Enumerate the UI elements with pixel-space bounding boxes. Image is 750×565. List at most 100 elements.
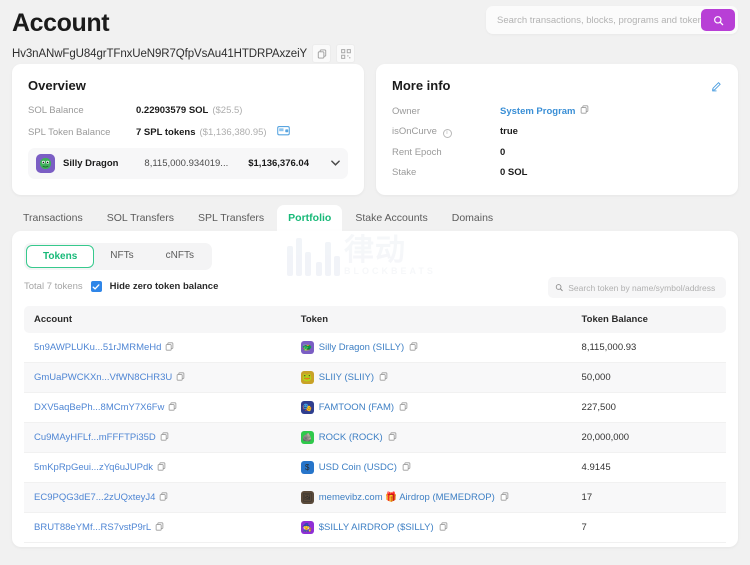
table-row: DXV5aqBePh...8MCmY7X6Fw 🎭FAMTOON (FAM)227… xyxy=(24,393,726,423)
cell-token-balance: 50,000 xyxy=(572,363,726,393)
segment-tokens[interactable]: Tokens xyxy=(26,245,94,268)
segment-nfts[interactable]: NFTs xyxy=(94,245,149,268)
token-strip-expand-button[interactable] xyxy=(317,159,340,168)
token-link[interactable]: memevibz.com 🎁 Airdrop (MEMEDROP) xyxy=(319,492,495,503)
portfolio-meta-row: Total 7 tokens Hide zero token balance xyxy=(24,281,726,292)
stake-value: 0 SOL xyxy=(500,167,527,178)
token-link[interactable]: FAMTOON (FAM) xyxy=(319,402,394,413)
copy-token-button[interactable] xyxy=(379,372,388,384)
owner-label: Owner xyxy=(392,106,500,117)
copy-token-button[interactable] xyxy=(409,342,418,354)
owner-link[interactable]: System Program xyxy=(500,106,576,117)
copy-account-button[interactable] xyxy=(159,492,168,504)
token-link[interactable]: $SILLY AIRDROP ($SILLY) xyxy=(319,522,434,533)
is-on-curve-value: true xyxy=(500,126,518,137)
account-link[interactable]: DXV5aqBePh...8MCmY7X6Fw xyxy=(34,402,164,413)
copy-token-button[interactable] xyxy=(500,492,509,504)
copy-icon xyxy=(159,492,168,501)
account-link[interactable]: GmUaPWCKXn...VfWN8CHR3U xyxy=(34,372,172,383)
token-avatar xyxy=(36,154,55,173)
cell-token: 🪨ROCK (ROCK) xyxy=(291,423,572,453)
tab-portfolio[interactable]: Portfolio xyxy=(277,205,342,231)
spl-balance-row: SPL Token Balance 7 SPL tokens ($1,136,3… xyxy=(28,125,348,139)
token-link[interactable]: Silly Dragon (SILLY) xyxy=(319,342,404,353)
copy-account-button[interactable] xyxy=(157,462,166,474)
segment-cnfts[interactable]: cNFTs xyxy=(150,245,210,268)
cell-token-balance: 4.9145 xyxy=(572,453,726,483)
copy-token-button[interactable] xyxy=(388,432,397,444)
copy-account-button[interactable] xyxy=(160,432,169,444)
tab-sol-transfers[interactable]: SOL Transfers xyxy=(96,205,185,231)
owner-row: Owner System Program xyxy=(392,105,722,117)
cell-account: 5n9AWPLUKu...51rJMRMeHd xyxy=(24,333,291,363)
edit-pencil-icon xyxy=(711,81,722,92)
tab-domains[interactable]: Domains xyxy=(441,205,504,231)
info-icon[interactable]: i xyxy=(443,129,452,138)
account-link[interactable]: EC9PQG3dE7...2zUQxteyJ4 xyxy=(34,492,155,503)
copy-icon xyxy=(160,432,169,441)
copy-address-button[interactable] xyxy=(312,44,331,63)
sol-balance-value: 0.22903579 SOL xyxy=(136,105,208,116)
rent-epoch-value: 0 xyxy=(500,147,505,158)
copy-token-button[interactable] xyxy=(402,462,411,474)
copy-account-button[interactable] xyxy=(176,372,185,384)
copy-account-button[interactable] xyxy=(165,342,174,354)
cell-token-balance: 227,500 xyxy=(572,393,726,423)
token-strip-name: Silly Dragon xyxy=(63,158,136,169)
copy-token-button[interactable] xyxy=(439,522,448,534)
token-strip-amount: 8,115,000.934019... xyxy=(144,158,228,169)
page-header: Account Hv3nANwFgU84grTFnxUeN9R7QfpVsAu4… xyxy=(0,0,750,62)
wallet-icon xyxy=(277,125,290,136)
tokens-table: Account Token Token Balance 5n9AWPLUKu..… xyxy=(24,306,726,543)
total-tokens-label: Total 7 tokens xyxy=(24,281,83,292)
watermark-en: BLOCKBEATS xyxy=(344,266,436,276)
copy-icon xyxy=(157,462,166,471)
token-link[interactable]: SLIIY (SLIIY) xyxy=(319,372,374,383)
search-submit-button[interactable] xyxy=(701,9,735,31)
account-link[interactable]: 5n9AWPLUKu...51rJMRMeHd xyxy=(34,342,161,353)
hide-zero-balance-checkbox[interactable] xyxy=(91,281,102,292)
token-search[interactable] xyxy=(548,277,726,298)
tab-transactions[interactable]: Transactions xyxy=(12,205,94,231)
tab-stake-accounts[interactable]: Stake Accounts xyxy=(344,205,438,231)
token-icon: $ xyxy=(301,461,314,474)
cell-token-balance: 20,000,000 xyxy=(572,423,726,453)
token-icon: 🖼 xyxy=(301,491,314,504)
check-icon xyxy=(92,283,100,291)
wallet-icon-button[interactable] xyxy=(277,125,290,139)
copy-icon xyxy=(317,49,327,59)
summary-cards: Overview SOL Balance 0.22903579 SOL ($25… xyxy=(0,64,750,195)
search-icon xyxy=(713,15,724,26)
sol-balance-label: SOL Balance xyxy=(28,105,136,116)
cell-account: DXV5aqBePh...8MCmY7X6Fw xyxy=(24,393,291,423)
token-link[interactable]: USD Coin (USDC) xyxy=(319,462,397,473)
tab-spl-transfers[interactable]: SPL Transfers xyxy=(187,205,275,231)
silly-dragon-icon xyxy=(36,154,55,173)
edit-button[interactable] xyxy=(711,79,722,97)
portfolio-segment-control: Tokens NFTs cNFTs xyxy=(24,243,212,270)
account-link[interactable]: BRUT88eYMf...RS7vstP9rL xyxy=(34,522,151,533)
copy-account-button[interactable] xyxy=(155,522,164,534)
more-info-title: More info xyxy=(392,78,722,93)
account-link[interactable]: 5mKpRpGeui...zYq6uJUPdk xyxy=(34,462,153,473)
copy-icon xyxy=(580,105,589,114)
is-on-curve-row: isOnCurve i true xyxy=(392,126,722,138)
copy-token-button[interactable] xyxy=(399,402,408,414)
copy-owner-button[interactable] xyxy=(580,105,589,117)
search-input[interactable] xyxy=(489,15,701,26)
overview-token-strip[interactable]: Silly Dragon 8,115,000.934019... $1,136,… xyxy=(28,148,348,179)
account-link[interactable]: Cu9MAyHFLf...mFFFTPi35D xyxy=(34,432,156,443)
overview-title: Overview xyxy=(28,78,348,93)
copy-icon xyxy=(439,522,448,531)
col-header-account: Account xyxy=(24,306,291,333)
global-search[interactable] xyxy=(486,6,738,34)
token-link[interactable]: ROCK (ROCK) xyxy=(319,432,383,443)
copy-icon xyxy=(409,342,418,351)
table-header-row: Account Token Token Balance xyxy=(24,306,726,333)
copy-account-button[interactable] xyxy=(168,402,177,414)
watermark: 律动 BLOCKBEATS xyxy=(287,234,436,276)
cell-token: 🐸SLIIY (SLIIY) xyxy=(291,363,572,393)
cell-token: 🎭FAMTOON (FAM) xyxy=(291,393,572,423)
qr-code-button[interactable] xyxy=(336,44,355,63)
token-search-input[interactable] xyxy=(568,283,719,293)
